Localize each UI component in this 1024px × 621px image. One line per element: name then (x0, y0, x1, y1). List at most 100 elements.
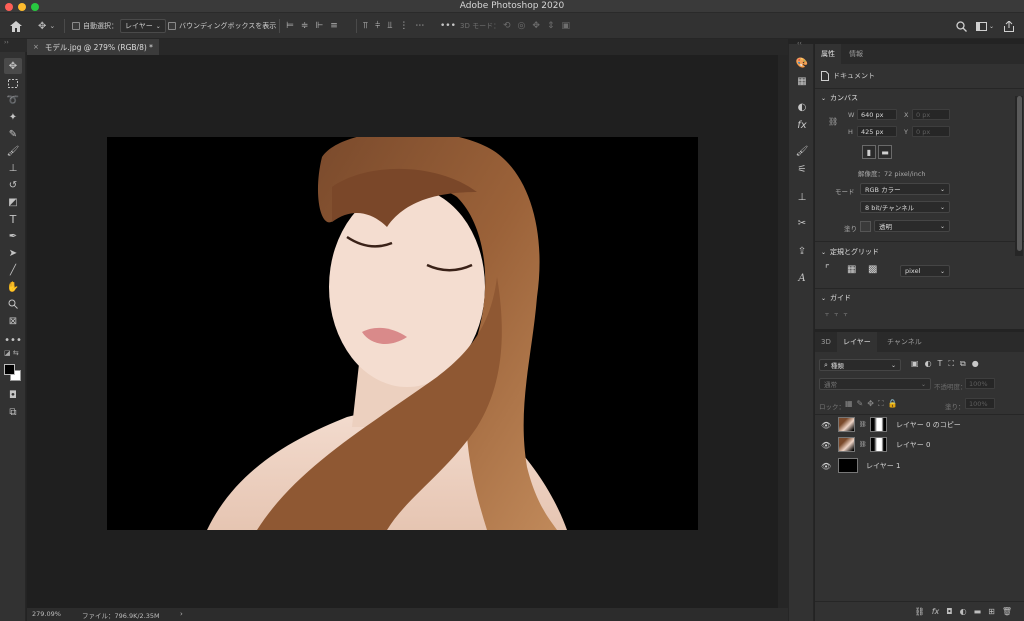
layer-select-dropdown[interactable]: レイヤー ⌄ (120, 19, 166, 33)
document-tab[interactable]: × モデル.jpg @ 279% (RGB/8) * (27, 39, 159, 55)
ruler-icon[interactable]: ⌜ (825, 264, 830, 275)
smart-object-filter-icon[interactable]: ⧉ (960, 359, 966, 369)
visibility-eye-icon[interactable]: 👁 (821, 421, 831, 430)
eyedropper-tool-icon[interactable]: ✎ (4, 126, 22, 142)
layer-name[interactable]: レイヤー 1 (866, 461, 900, 471)
landscape-orientation-icon[interactable]: ▬ (878, 145, 892, 159)
brush-tool-icon[interactable]: 🖌 (4, 143, 22, 159)
portrait-orientation-icon[interactable]: ▮ (862, 145, 876, 159)
align-top-icon[interactable]: ⫪ (363, 21, 368, 31)
type-tool-icon[interactable]: T (4, 211, 22, 227)
eraser-tool-icon[interactable]: ◩ (4, 194, 22, 210)
zoom-level[interactable]: 279.09% (32, 610, 61, 618)
link-dimensions-icon[interactable]: ⛓ (828, 117, 838, 126)
distribute-h-icon[interactable]: ⋯ (415, 21, 424, 31)
layer-name[interactable]: レイヤー 0 (896, 440, 930, 450)
new-layer-icon[interactable]: ⊞ (988, 607, 995, 616)
bit-depth-dropdown[interactable]: 8 bit/チャンネル ⌄ (860, 201, 950, 213)
layer-fill-input[interactable]: 100% (965, 398, 995, 409)
tab-channels[interactable]: チャンネル (881, 332, 928, 352)
layer-kind-filter[interactable]: ⌕ 種類 ⌄ (819, 359, 901, 371)
opacity-input[interactable]: 100% (965, 378, 995, 389)
scale-3d-icon[interactable]: ▣ (562, 21, 571, 31)
pen-tool-icon[interactable]: ✒ (4, 228, 22, 244)
grid-icon[interactable]: ▦ (847, 264, 856, 275)
visibility-eye-icon[interactable]: 👁 (821, 441, 831, 450)
pixel-grid-icon[interactable]: ▩ (868, 264, 877, 275)
layer-mask-thumbnail[interactable] (870, 417, 887, 432)
bounding-box-checkbox[interactable]: バウンディングボックスを表示 (168, 13, 276, 39)
guide-layout-icons[interactable]: ⫟⫟⫟ (825, 310, 853, 319)
brushes-panel-icon[interactable]: 🖌 (795, 144, 809, 158)
marquee-tool-icon[interactable] (4, 75, 22, 91)
zoom-tool-icon[interactable] (4, 296, 22, 312)
units-dropdown[interactable]: pixel ⌄ (900, 265, 950, 277)
share-icon[interactable] (1004, 13, 1014, 39)
move-tool-icon[interactable]: ✥ (4, 58, 22, 74)
layer-style-icon[interactable]: fx (932, 607, 940, 616)
collapse-panels-icon[interactable]: ‹‹ (797, 40, 802, 47)
align-bottom-icon[interactable]: ⫫ (387, 21, 392, 31)
align-bottom-distribute-icon[interactable]: ≡ (330, 21, 338, 31)
new-adjustment-icon[interactable]: ◐ (960, 607, 967, 616)
pan-3d-icon[interactable]: ✥ (532, 21, 540, 31)
guides-section-header[interactable]: ⌄ ガイド (821, 293, 851, 303)
tab-layers[interactable]: レイヤー (837, 332, 877, 352)
pixel-filter-icon[interactable]: ▣ (911, 359, 919, 369)
more-options-button[interactable]: ••• (440, 13, 456, 39)
blend-mode-dropdown[interactable]: 通常 ⌄ (819, 378, 931, 390)
mask-link-icon[interactable]: ⛓ (859, 421, 867, 428)
color-panel-icon[interactable]: 🎨 (795, 56, 809, 70)
visibility-eye-icon[interactable]: 👁 (821, 462, 831, 471)
swatches-panel-icon[interactable]: ▦ (795, 74, 809, 88)
edit-toolbar-icon[interactable]: ••• (4, 332, 22, 348)
color-mode-dropdown[interactable]: RGB カラー ⌄ (860, 183, 950, 195)
export-panel-icon[interactable]: ⇪ (795, 244, 809, 258)
layer-row[interactable]: 👁 ⛓ レイヤー 0 のコピー (815, 415, 1015, 435)
tab-properties[interactable]: 属性 (815, 44, 841, 64)
properties-scrollbar[interactable] (1015, 96, 1023, 256)
slide-3d-icon[interactable]: ⇕ (547, 21, 555, 31)
styles-panel-icon[interactable]: fx (795, 118, 809, 132)
mask-link-icon[interactable]: ⛓ (859, 441, 867, 448)
search-icon[interactable] (956, 13, 967, 39)
orbit-3d-icon[interactable]: ⟲ (503, 21, 511, 31)
distribute-v-icon[interactable]: ⋮ (399, 21, 408, 31)
fill-swatch[interactable] (860, 221, 871, 232)
stamp-tool-icon[interactable]: ⊥ (4, 160, 22, 176)
height-input[interactable]: 425 px (857, 126, 897, 137)
canvas-area[interactable] (27, 55, 788, 608)
brush-settings-icon[interactable]: ⚟ (795, 162, 809, 176)
character-panel-icon[interactable]: A (795, 271, 809, 285)
width-input[interactable]: 640 px (857, 109, 897, 120)
tab-3d[interactable]: 3D (815, 332, 837, 352)
lock-icons[interactable]: ▦✎✥⛶🔒 (845, 399, 902, 409)
toolbar-collapse-icon[interactable]: ›› (0, 39, 27, 52)
foreground-color-swatch[interactable] (4, 364, 15, 375)
layer-row[interactable]: 👁 レイヤー 1 (815, 456, 1015, 476)
move-tool-preset-icon[interactable]: ✥ ⌄ (38, 13, 55, 39)
new-group-icon[interactable]: ▬ (974, 607, 982, 616)
home-icon[interactable] (10, 13, 22, 39)
tools-preset-icon[interactable]: ✂ (795, 216, 809, 230)
type-filter-icon[interactable]: T (938, 359, 943, 369)
hand-tool-icon[interactable]: ✋ (4, 279, 22, 295)
roll-3d-icon[interactable]: ◎ (518, 21, 526, 31)
canvas-section-header[interactable]: ⌄ カンバス (821, 93, 858, 103)
layer-row[interactable]: 👁 ⛓ レイヤー 0 (815, 435, 1015, 455)
x-input[interactable]: 0 px (912, 109, 950, 120)
shape-filter-icon[interactable]: ⛶ (948, 359, 954, 369)
adjustment-filter-icon[interactable]: ◐ (925, 359, 932, 369)
auto-select-checkbox[interactable]: 自動選択： (72, 13, 118, 39)
document-image[interactable] (107, 137, 698, 530)
y-input[interactable]: 0 px (912, 126, 950, 137)
line-tool-icon[interactable]: ╱ (4, 262, 22, 278)
layer-mask-thumbnail[interactable] (870, 437, 887, 452)
add-mask-icon[interactable]: ◘ (946, 607, 952, 616)
history-brush-tool-icon[interactable]: ↺ (4, 177, 22, 193)
delete-layer-icon[interactable]: 🗑 (1002, 607, 1012, 616)
lasso-tool-icon[interactable]: ➰ (4, 92, 22, 108)
align-middle-v-icon[interactable]: ⫩ (375, 21, 380, 31)
frame-tool-icon[interactable]: ⊠ (4, 313, 22, 329)
rulers-grid-section-header[interactable]: ⌄ 定規とグリッド (821, 247, 879, 257)
